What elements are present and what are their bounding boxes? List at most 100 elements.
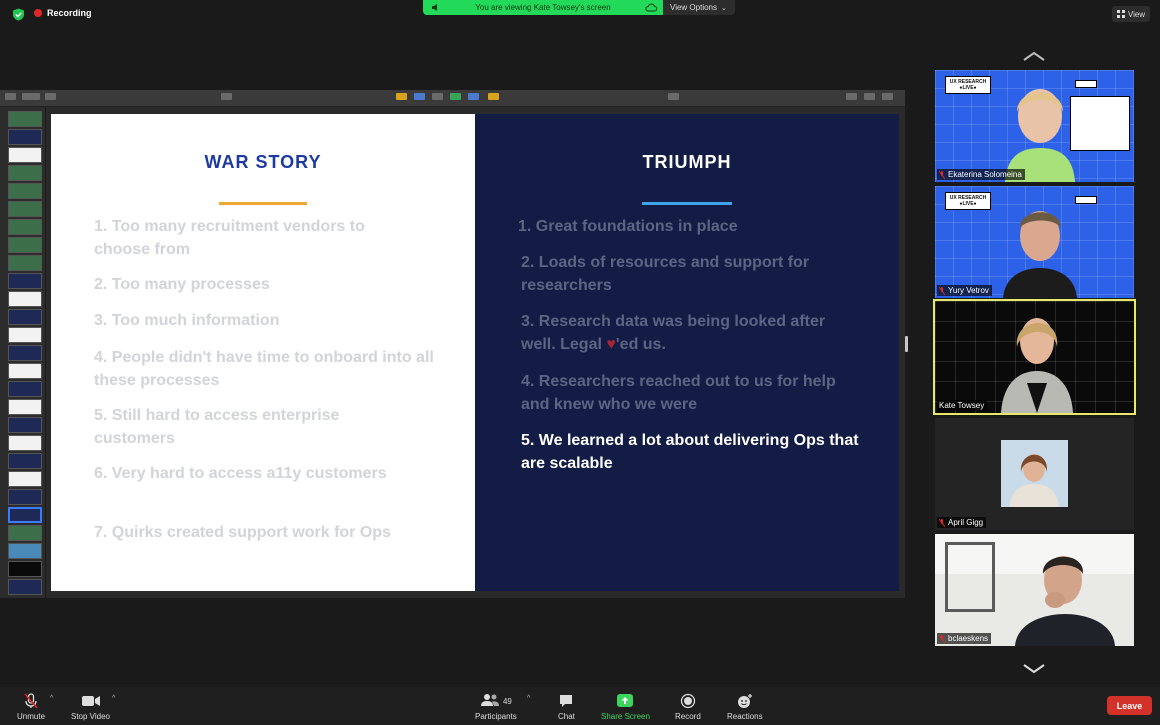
slide-thumbnail[interactable] [8, 309, 42, 325]
share-screen-button[interactable]: Share Screen [601, 693, 650, 721]
slide-thumbnail[interactable] [8, 255, 42, 271]
keynote-chart-tool [414, 93, 425, 101]
stop-video-button[interactable]: Stop Video [71, 693, 110, 721]
participant-tile[interactable]: bclaeskens [935, 534, 1134, 646]
slide-thumbnail[interactable] [8, 327, 42, 343]
view-button[interactable]: View [1112, 6, 1150, 22]
mic-muted-icon [939, 634, 945, 643]
slide-thumbnail[interactable] [8, 291, 42, 307]
participant-tile[interactable]: UX RESEARCH ●LIVE● Yury Vetrov [935, 186, 1134, 298]
slide-thumbnail[interactable] [8, 147, 42, 163]
participant-count: 49 [502, 696, 512, 706]
leave-button[interactable]: Leave [1107, 696, 1152, 715]
slide-thumbnail[interactable] [8, 183, 42, 199]
reactions-button[interactable]: Reactions [727, 693, 763, 721]
meeting-controls-bar: Unmute ^ Stop Video ^ 49 Participants ^ [0, 687, 1160, 725]
war-story-title: WAR STORY [204, 152, 322, 172]
keynote-view-tool [5, 93, 16, 101]
keynote-add-slide-tool [45, 93, 56, 101]
recording-label: Recording [47, 8, 92, 18]
war-story-item: 6. Very hard to access a11y customers [94, 465, 387, 482]
slide-thumbnail[interactable] [8, 489, 42, 505]
participant-tile-active-speaker[interactable]: Kate Towsey [933, 299, 1136, 415]
audio-options-caret-icon[interactable]: ^ [50, 695, 53, 702]
slide-thumbnail[interactable] [8, 579, 42, 595]
cloud-icon [645, 3, 657, 12]
grid-icon [1116, 10, 1125, 18]
participants-button[interactable]: 49 Participants [475, 693, 517, 721]
keynote-format-tool [846, 93, 857, 101]
slide-thumbnail[interactable] [8, 219, 42, 235]
triumph-title: TRIUMPH [642, 152, 732, 172]
participant-name: bclaeskens [948, 634, 989, 643]
chat-button[interactable]: Chat [558, 693, 575, 721]
chevron-down-icon: ⌄ [721, 4, 727, 12]
slide-thumbnail[interactable] [8, 273, 42, 289]
war-story-item: 2. Too many processes [94, 276, 270, 293]
participant-name-tag: Kate Towsey [937, 400, 988, 411]
zoom-meeting-window: Recording You are viewing Kate Towsey's … [0, 0, 1160, 725]
war-story-item: 3. Too much information [94, 312, 280, 329]
slide-left-panel: WAR STORY 1. Too many recruitment vendor… [51, 114, 475, 591]
participants-options-caret-icon[interactable]: ^ [527, 695, 530, 702]
reactions-label: Reactions [727, 712, 763, 721]
chevron-up-icon[interactable] [1022, 50, 1046, 62]
slide-thumbnail[interactable] [8, 237, 42, 253]
unmute-label: Unmute [17, 712, 46, 721]
resize-handle[interactable] [905, 336, 908, 352]
viewing-text: You are viewing Kate Towsey's screen [475, 3, 611, 12]
slide-navigator[interactable] [0, 107, 46, 598]
slide-thumbnail[interactable] [8, 165, 42, 181]
participant-name-tag: Yury Vetrov [937, 285, 992, 296]
shared-screen[interactable]: WAR STORY 1. Too many recruitment vendor… [0, 90, 905, 598]
keynote-comment-tool [488, 93, 499, 101]
mic-muted-icon [939, 518, 945, 527]
participants-icon [480, 693, 499, 706]
slide-thumbnail-selected[interactable] [8, 507, 42, 523]
slide-thumbnail[interactable] [8, 399, 42, 415]
participant-video [1015, 556, 1115, 646]
slide-thumbnail[interactable] [8, 525, 42, 541]
participant-tile[interactable]: UX RESEARCH ●LIVE● Ekaterina Solomeina [935, 70, 1134, 182]
keynote-play-tool [221, 93, 232, 101]
heart-icon: ♥ [606, 335, 616, 353]
keynote-document-tool [882, 93, 893, 101]
unmute-button[interactable]: Unmute [17, 693, 45, 721]
participant-name: Yury Vetrov [948, 286, 989, 295]
slide-thumbnail[interactable] [8, 561, 42, 577]
triumph-item-text: 3. Research data was being looked after … [521, 313, 826, 353]
slide-thumbnail[interactable] [8, 471, 42, 487]
slide-right-panel: TRIUMPH 1. Great foundations in place 2.… [475, 114, 899, 591]
chevron-down-icon[interactable] [1022, 663, 1046, 675]
slide-thumbnail[interactable] [8, 543, 42, 559]
participant-name-tag: bclaeskens [937, 633, 992, 644]
security-shield-icon[interactable] [12, 8, 25, 21]
participant-video [1005, 89, 1075, 182]
chat-bubble-icon [560, 695, 573, 707]
microphone-muted-icon [24, 693, 38, 709]
triumph-item-highlighted: 5. We learned a lot about delivering Ops… [521, 432, 859, 472]
keynote-shape-tool [450, 93, 461, 101]
title-underline [219, 202, 307, 205]
slide-thumbnail[interactable] [8, 129, 42, 145]
recording-indicator[interactable]: Recording [34, 8, 92, 18]
slide-thumbnail[interactable] [8, 201, 42, 217]
slide-thumbnail[interactable] [8, 453, 42, 469]
slide-thumbnail[interactable] [8, 345, 42, 361]
keynote-table-tool [396, 93, 407, 101]
participant-tile[interactable]: April Gigg [935, 418, 1134, 530]
view-options-button[interactable]: View Options ⌄ [663, 0, 735, 15]
participant-video [1003, 211, 1077, 298]
video-options-caret-icon[interactable]: ^ [112, 695, 115, 702]
slide-thumbnail[interactable] [8, 417, 42, 433]
slide-thumbnail[interactable] [8, 381, 42, 397]
slide-thumbnail[interactable] [8, 363, 42, 379]
record-button[interactable]: Record [675, 693, 701, 721]
keynote-text-tool [432, 93, 443, 101]
share-screen-label: Share Screen [601, 712, 650, 721]
triumph-item-text: 'ed us. [615, 335, 666, 353]
war-story-item: 5. Still hard to access enterprise custo… [94, 407, 340, 447]
screen-share-banner: You are viewing Kate Towsey's screen [423, 0, 663, 15]
slide-thumbnail[interactable] [8, 111, 42, 127]
slide-thumbnail[interactable] [8, 435, 42, 451]
